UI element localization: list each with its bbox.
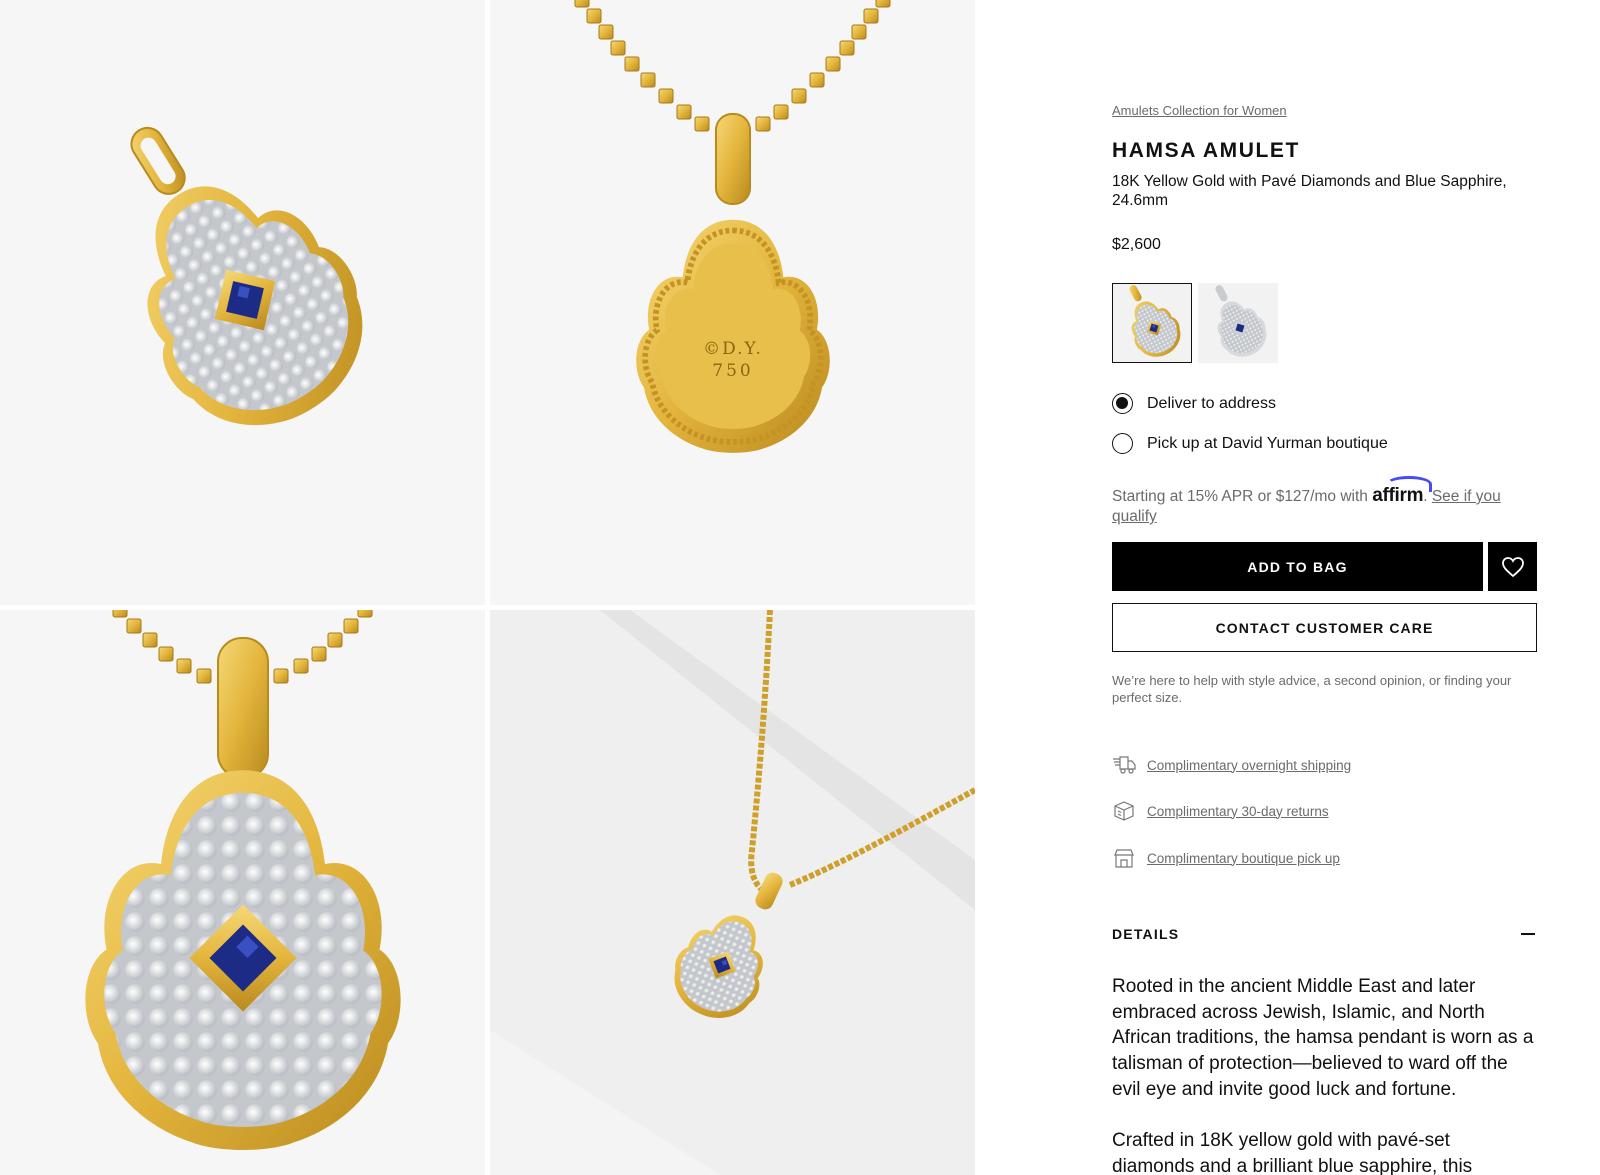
perk-overnight-shipping-label: Complimentary overnight shipping [1147, 757, 1352, 773]
perk-boutique-pickup[interactable]: Complimentary boutique pick up [1112, 847, 1340, 869]
pendant-lifestyle-illustration [490, 610, 975, 1175]
perk-30-day-returns-label: Complimentary 30-day returns [1147, 803, 1329, 819]
delivery-option-pickup-label: Pick up at David Yurman boutique [1147, 434, 1388, 452]
engraving-line1: ©D.Y. [703, 339, 763, 359]
gallery-image-back[interactable]: ©D.Y. 750 [490, 0, 975, 605]
contact-customer-care-button[interactable]: CONTACT CUSTOMER CARE [1112, 603, 1537, 652]
financing-prefix: Starting at 15% APR or $127/mo with [1112, 488, 1368, 505]
financing-message: Starting at 15% APR or $127/mo with affi… [1112, 476, 1537, 527]
details-paragraph-1: Rooted in the ancient Middle East and la… [1112, 976, 1534, 1100]
details-heading: DETAILS [1112, 926, 1180, 942]
delivery-option-address-label: Deliver to address [1147, 394, 1276, 412]
purchase-actions: ADD TO BAG [1112, 542, 1537, 591]
details-accordion-toggle[interactable]: DETAILS [1112, 926, 1537, 942]
gallery-image-lifestyle[interactable] [490, 610, 975, 1175]
details-paragraph-2: Crafted in 18K yellow gold with pavé-set… [1112, 1130, 1473, 1175]
product-info-panel: Amulets Collection for Women HAMSA AMULE… [1112, 0, 1537, 1175]
pendant-front-chain-illustration [0, 610, 485, 1175]
truck-icon [1113, 756, 1136, 774]
engraving-line2: 750 [712, 361, 753, 381]
swatch-sterling-silver[interactable] [1198, 283, 1278, 363]
product-gallery: ©D.Y. 750 [0, 0, 975, 1175]
affirm-logo: affirm [1372, 476, 1433, 506]
swatch-sterling-silver-thumbnail [1205, 285, 1275, 363]
radio-pickup[interactable] [1112, 433, 1133, 454]
add-to-bag-button[interactable]: ADD TO BAG [1112, 542, 1483, 591]
product-subtitle: 18K Yellow Gold with Pavé Diamonds and B… [1112, 173, 1507, 209]
swatch-yellow-gold-thumbnail [1112, 285, 1192, 363]
product-title: HAMSA AMULET [1112, 139, 1300, 162]
help-text: We’re here to help with style advice, a … [1112, 673, 1512, 705]
perk-30-day-returns[interactable]: Complimentary 30-day returns [1112, 800, 1329, 822]
metal-swatches [1112, 283, 1278, 363]
delivery-option-pickup[interactable]: Pick up at David Yurman boutique [1112, 433, 1537, 454]
product-price: $2,600 [1112, 236, 1161, 253]
heart-icon [1501, 556, 1524, 577]
swatch-yellow-gold[interactable] [1112, 283, 1192, 363]
delivery-option-address[interactable]: Deliver to address [1112, 393, 1537, 414]
perk-boutique-pickup-label: Complimentary boutique pick up [1147, 850, 1340, 866]
radio-deliver-selected[interactable] [1112, 393, 1133, 414]
store-icon [1114, 849, 1134, 868]
box-return-icon [1114, 801, 1134, 821]
breadcrumb-link[interactable]: Amulets Collection for Women [1112, 103, 1287, 118]
wishlist-button[interactable] [1488, 542, 1537, 591]
perk-overnight-shipping[interactable]: Complimentary overnight shipping [1112, 754, 1351, 776]
gallery-image-front-chain[interactable] [0, 610, 485, 1175]
pendant-front-angled-illustration [0, 126, 485, 605]
pendant-back-illustration: ©D.Y. 750 [574, 0, 891, 453]
gallery-image-front-angled[interactable] [0, 0, 485, 605]
collapse-minus-icon [1521, 933, 1535, 935]
